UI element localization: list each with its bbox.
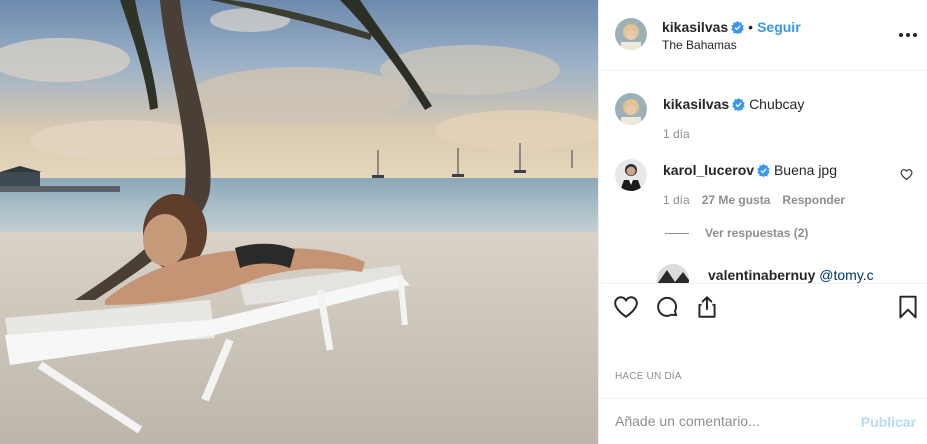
share-icon[interactable] [694,294,720,320]
bookmark-icon[interactable] [895,294,921,320]
comment-text: Chubcay [749,96,805,112]
add-comment-section: Publicar [599,398,927,444]
post-actions-bar [599,283,927,328]
verified-icon [732,98,745,111]
author-username[interactable]: kikasilvas [662,19,728,35]
follow-button[interactable]: Seguir [757,19,801,35]
caption-avatar[interactable] [615,93,647,125]
comment-username[interactable]: kikasilvas [663,96,729,112]
beach-photo-image [0,0,598,444]
comment-username[interactable]: karol_lucerov [663,162,754,178]
post-photo[interactable] [0,0,598,444]
comment-input[interactable] [615,413,845,429]
post-location[interactable]: The Bahamas [662,38,737,52]
like-comment-heart-icon[interactable] [900,168,913,181]
author-avatar[interactable] [615,18,647,50]
view-replies-button[interactable]: Ver respuestas (2) [665,226,808,240]
commenter-avatar[interactable] [615,159,647,191]
verified-icon [731,21,744,34]
comment-mention[interactable]: @tomy.c [819,267,873,283]
post-date[interactable]: HACE UN DÍA [615,371,682,382]
comments-list[interactable]: kikasilvas Chubcay 1 día karol_lucerov B… [599,71,927,283]
comment-time[interactable]: 1 día [663,193,690,207]
reply-avatar[interactable] [657,264,689,283]
comment-icon[interactable] [654,294,680,320]
heart-icon[interactable] [613,294,639,320]
replies-divider [665,233,689,235]
more-options-icon[interactable] [898,25,918,45]
view-replies-label: Ver respuestas (2) [705,226,809,240]
post-header: kikasilvas • Seguir The Bahamas [599,0,927,71]
comment-text: Buena jpg [773,162,838,178]
publish-button[interactable]: Publicar [861,414,916,430]
comment-username[interactable]: valentinabernuy [708,267,815,283]
comment-likes[interactable]: 27 Me gusta [702,193,771,207]
verified-icon [757,164,770,177]
comment-time[interactable]: 1 día [663,127,690,141]
post-detail-panel: kikasilvas • Seguir The Bahamas kikasilvas… [598,0,927,444]
header-separator: • [748,19,754,35]
reply-button[interactable]: Responder [782,193,845,207]
